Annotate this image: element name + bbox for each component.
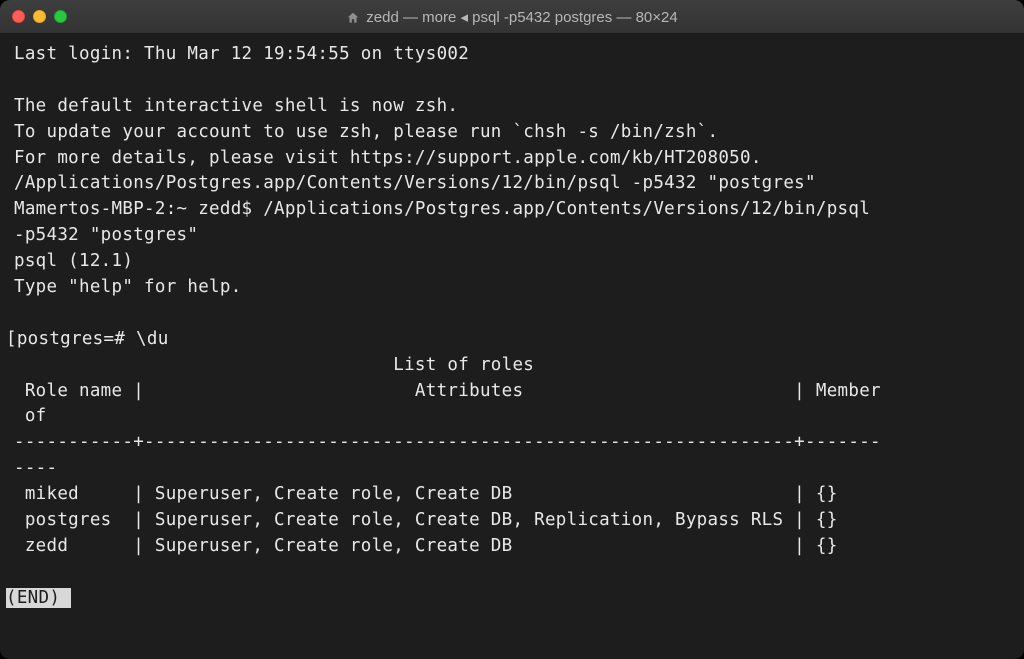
terminal-body[interactable]: Last login: Thu Mar 12 19:54:55 on ttys0…	[0, 34, 1024, 659]
zsh-line3: For more details, please visit https://s…	[14, 148, 762, 168]
titlebar[interactable]: zedd — more ◂ psql -p5432 postgres — 80×…	[0, 0, 1024, 34]
zsh-line1: The default interactive shell is now zsh…	[14, 96, 458, 116]
cursor-block	[60, 588, 71, 608]
shell-prompt-line1: Mamertos-MBP-2:~ zedd$ /Applications/Pos…	[14, 199, 870, 219]
shell-prompt-line2: -p5432 "postgres"	[14, 225, 198, 245]
maximize-button[interactable]	[54, 10, 67, 23]
terminal-window: zedd — more ◂ psql -p5432 postgres — 80×…	[0, 0, 1024, 659]
table-row: miked | Superuser, Create role, Create D…	[14, 484, 838, 504]
psql-prompt: [postgres=# \du	[6, 329, 169, 349]
minimize-button[interactable]	[33, 10, 46, 23]
window-title: zedd — more ◂ psql -p5432 postgres — 80×…	[366, 8, 677, 26]
roles-header2: of	[14, 406, 47, 426]
roles-title: List of roles	[14, 355, 534, 375]
window-buttons	[12, 10, 67, 23]
last-login-line: Last login: Thu Mar 12 19:54:55 on ttys0…	[14, 44, 469, 64]
cmd-path-1: /Applications/Postgres.app/Contents/Vers…	[14, 173, 816, 193]
zsh-line2: To update your account to use zsh, pleas…	[14, 122, 718, 142]
psql-help: Type "help" for help.	[14, 277, 242, 297]
table-row: postgres | Superuser, Create role, Creat…	[14, 510, 838, 530]
home-icon	[346, 10, 360, 24]
roles-divider2: ----	[14, 458, 57, 478]
psql-version: psql (12.1)	[14, 251, 133, 271]
roles-divider: -----------+----------------------------…	[14, 432, 881, 452]
table-row: zedd | Superuser, Create role, Create DB…	[14, 536, 838, 556]
pager-end-marker: (END)	[6, 588, 60, 608]
close-button[interactable]	[12, 10, 25, 23]
roles-header1: Role name | Attributes | Member	[14, 381, 881, 401]
